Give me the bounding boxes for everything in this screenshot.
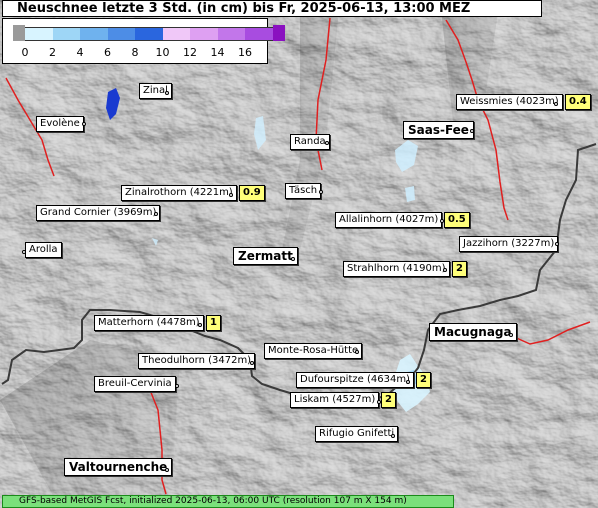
place-label-saas-fee: Saas-Fee bbox=[403, 121, 474, 139]
place-label-evolene: Evolène bbox=[36, 116, 84, 132]
place-marker-jazzihorn bbox=[555, 242, 559, 246]
place-marker-grand-cornier bbox=[154, 212, 158, 216]
legend-segment bbox=[135, 27, 163, 41]
place-marker-allalinhorn bbox=[440, 219, 444, 223]
place-label-theodulhorn: Theodulhorn (3472m) bbox=[138, 353, 256, 369]
place-label-grand-cornier: Grand Cornier (3969m) bbox=[36, 205, 161, 221]
legend-segment bbox=[190, 27, 218, 41]
place-label-macugnaga: Macugnaga bbox=[429, 323, 517, 341]
legend-segment bbox=[107, 27, 135, 41]
legend-above-cap bbox=[272, 25, 285, 41]
place-label-weissmies: Weissmies (4023m) bbox=[456, 94, 563, 110]
place-marker-randa bbox=[325, 141, 329, 145]
snow-value-zinalrothorn: 0.9 bbox=[239, 185, 265, 201]
legend-segment bbox=[25, 27, 53, 41]
place-marker-tasch bbox=[319, 190, 323, 194]
legend-tick: 14 bbox=[210, 46, 225, 59]
legend-tick: 2 bbox=[49, 46, 56, 59]
place-label-tasch: Täsch bbox=[285, 183, 322, 199]
place-label-arolla: Arolla bbox=[25, 242, 62, 258]
place-marker-breuil-cervinia bbox=[175, 384, 179, 388]
place-label-zermatt: Zermatt bbox=[233, 247, 298, 265]
snow-value-allalinhorn: 0.5 bbox=[444, 212, 470, 228]
place-label-monte-rosa-huette: Monte-Rosa-Hütte bbox=[264, 343, 363, 359]
legend-segment bbox=[80, 27, 108, 41]
place-label-jazzihorn: Jazzihorn (3227m) bbox=[459, 236, 559, 252]
place-marker-theodulhorn bbox=[250, 361, 254, 365]
snow-value-dufourspitze: 2 bbox=[416, 372, 431, 388]
legend-segment bbox=[245, 27, 273, 41]
map-title: Neuschnee letzte 3 Std. (in cm) bis Fr, … bbox=[2, 0, 542, 17]
legend-tick: 6 bbox=[104, 46, 111, 59]
terrain-map bbox=[0, 0, 598, 508]
legend-tick: 12 bbox=[183, 46, 197, 59]
place-marker-strahlhorn bbox=[443, 268, 447, 272]
legend-below-cap bbox=[13, 25, 25, 41]
place-marker-rifugio-gnifetti bbox=[391, 434, 395, 438]
place-marker-arolla bbox=[22, 250, 26, 254]
legend-color-bar bbox=[13, 25, 285, 41]
place-marker-zermatt bbox=[291, 257, 295, 261]
place-marker-zinalrothorn bbox=[229, 193, 233, 197]
place-label-breuil-cervinia: Breuil-Cervinia bbox=[94, 376, 176, 392]
place-marker-dufourspitze bbox=[406, 380, 410, 384]
place-label-strahlhorn: Strahlhorn (4190m) bbox=[343, 261, 450, 277]
forecast-footer: GFS-based MetGIS Fcst, initialized 2025-… bbox=[2, 495, 454, 508]
place-marker-saas-fee bbox=[470, 129, 474, 133]
place-label-valtournenche: Valtournenche bbox=[64, 458, 173, 476]
place-label-zinalrothorn: Zinalrothorn (4221m) bbox=[121, 185, 237, 201]
legend-tick: 8 bbox=[131, 46, 139, 59]
legend-tick: 0 bbox=[21, 46, 29, 59]
place-label-dufourspitze: Dufourspitze (4634m) bbox=[296, 372, 414, 388]
snow-value-weissmies: 0.4 bbox=[565, 94, 591, 110]
legend-segment bbox=[162, 27, 190, 41]
legend-tick: 16 bbox=[238, 46, 252, 59]
legend-tick: 4 bbox=[76, 46, 84, 59]
place-marker-weissmies bbox=[554, 102, 558, 106]
place-label-randa: Randa bbox=[290, 134, 330, 150]
legend-tick: 10 bbox=[155, 46, 170, 59]
snow-value-liskam: 2 bbox=[381, 392, 396, 408]
place-marker-liskam bbox=[377, 400, 381, 404]
snow-value-matterhorn: 1 bbox=[206, 315, 221, 331]
place-marker-macugnaga bbox=[509, 333, 513, 337]
legend-segment bbox=[217, 27, 245, 41]
place-label-matterhorn: Matterhorn (4478m) bbox=[94, 315, 204, 331]
place-marker-zinal bbox=[165, 91, 169, 95]
place-label-allalinhorn: Allalinhorn (4027m) bbox=[335, 212, 443, 228]
snow-value-strahlhorn: 2 bbox=[452, 261, 467, 277]
place-label-liskam: Liskam (4527m) bbox=[290, 392, 380, 408]
place-marker-valtournenche bbox=[165, 468, 169, 472]
snow-legend: 0 2 4 6 8 10 12 14 16 bbox=[2, 18, 285, 64]
place-marker-matterhorn bbox=[198, 323, 202, 327]
place-label-rifugio-gnifetti: Rifugio Gnifetti bbox=[315, 426, 399, 442]
place-marker-evolene bbox=[82, 122, 86, 126]
place-marker-monte-rosa-huette bbox=[355, 350, 359, 354]
legend-segment bbox=[52, 27, 80, 41]
